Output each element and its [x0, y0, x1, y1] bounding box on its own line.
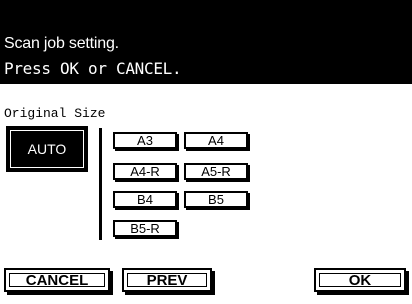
original-size-label: Original Size	[4, 106, 106, 121]
size-button-a4[interactable]: A4	[184, 132, 248, 149]
prev-button[interactable]: PREV	[122, 268, 212, 292]
cancel-button[interactable]: CANCEL	[4, 268, 110, 292]
auto-size-button[interactable]: AUTO	[6, 126, 88, 172]
scan-settings-screen: Scan job setting. Press OK or CANCEL. Or…	[0, 0, 412, 304]
size-divider	[99, 128, 102, 240]
size-button-b5r[interactable]: B5-R	[113, 220, 177, 237]
message-line-2: Press OK or CANCEL.	[4, 59, 182, 78]
ok-button[interactable]: OK	[314, 268, 406, 292]
size-button-a3[interactable]: A3	[113, 132, 177, 149]
size-button-a4r[interactable]: A4-R	[113, 163, 177, 180]
message-line-1: Scan job setting.	[4, 35, 119, 52]
size-button-a5r[interactable]: A5-R	[184, 163, 248, 180]
ok-button-label: OK	[319, 272, 401, 289]
size-button-b5[interactable]: B5	[184, 191, 248, 208]
cancel-button-label: CANCEL	[9, 272, 105, 289]
prev-button-label: PREV	[127, 272, 207, 289]
size-button-b4[interactable]: B4	[113, 191, 177, 208]
message-header: Scan job setting. Press OK or CANCEL.	[0, 0, 412, 84]
